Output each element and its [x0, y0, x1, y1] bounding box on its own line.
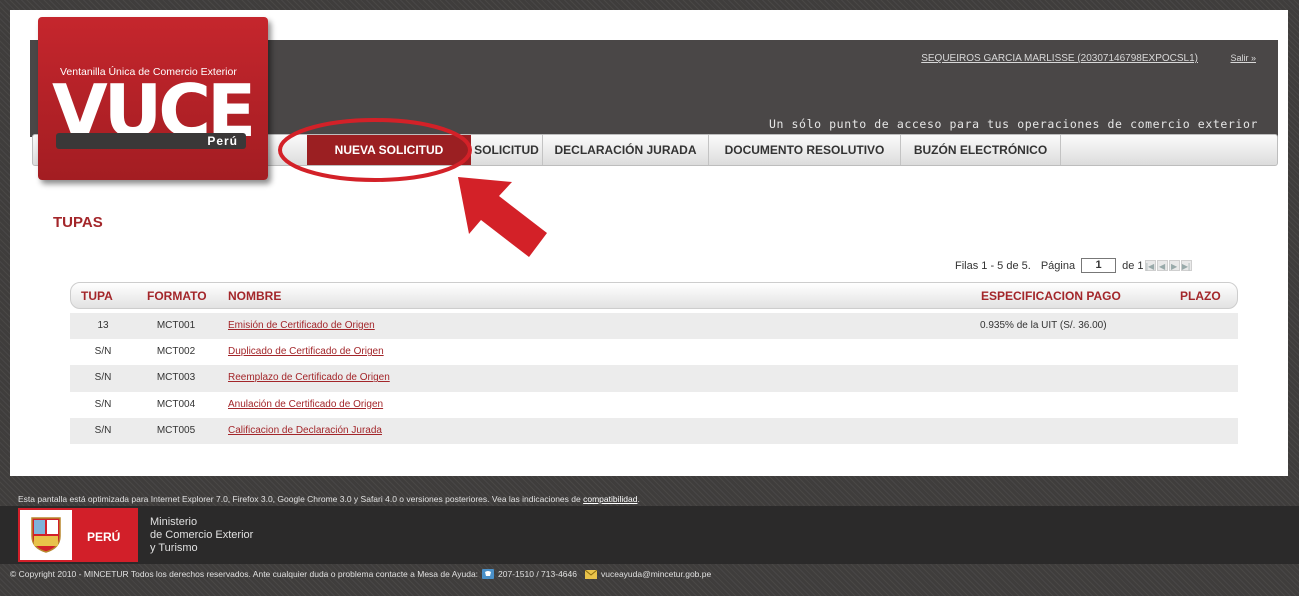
page-number-input[interactable]: 1 — [1081, 258, 1117, 273]
table-header: TUPA FORMATO NOMBRE ESPECIFICACION PAGO … — [70, 282, 1238, 309]
annotation-ellipse — [278, 118, 472, 182]
cell-tupa: S/N — [94, 424, 112, 436]
cell-nombre-link[interactable]: Emisión de Certificado de Origen — [228, 320, 375, 331]
header-especificacion-pago[interactable]: ESPECIFICACION PAGO — [981, 283, 1121, 310]
cell-formato: MCT002 — [156, 346, 196, 358]
ministry-line-2: de Comercio Exterior — [150, 529, 254, 541]
table-row: S/N MCT004 Anulación de Certificado de O… — [70, 391, 1238, 418]
header-tupa[interactable]: TUPA — [81, 283, 113, 310]
country-label: PERÚ — [87, 530, 121, 544]
phone-icon — [482, 569, 495, 579]
cell-nombre-link[interactable]: Calificacion de Declaración Jurada — [228, 425, 382, 436]
copyright-bar: © Copyright 2010 - MINCETUR Todos los de… — [10, 569, 711, 579]
cell-tupa: S/N — [94, 372, 112, 384]
table-row: S/N MCT005 Calificacion de Declaración J… — [70, 417, 1238, 444]
header-nombre[interactable]: NOMBRE — [228, 283, 281, 310]
compat-note-end: . — [637, 494, 640, 504]
ministry-line-1: Ministerio — [150, 516, 198, 528]
cell-especificacion: 0.935% de la UIT (S/. 36.00) — [980, 320, 1107, 331]
cell-tupa: S/N — [94, 398, 112, 410]
compat-link[interactable]: compatibilidad — [583, 494, 637, 504]
peru-crest-icon — [20, 510, 72, 560]
copyright-text: © Copyright 2010 - MINCETUR Todos los de… — [10, 569, 479, 579]
cell-nombre-link[interactable]: Anulación de Certificado de Origen — [228, 399, 383, 410]
browser-compat-note: Esta pantalla está optimizada para Inter… — [18, 494, 640, 504]
prev-page-icon[interactable]: ◀ — [1156, 260, 1168, 271]
first-page-icon[interactable]: |◀ — [1144, 260, 1156, 271]
table-row: S/N MCT003 Reemplazo de Certificado de O… — [70, 365, 1238, 392]
page-total: de 1 — [1122, 259, 1144, 272]
cell-formato: MCT004 — [156, 398, 196, 410]
help-email-link[interactable]: vuceayuda@mincetur.gob.pe — [601, 569, 711, 579]
cell-tupa: 13 — [97, 320, 109, 331]
next-page-icon[interactable]: ▶ — [1168, 260, 1180, 271]
cell-formato: MCT005 — [156, 424, 196, 436]
cell-formato: MCT003 — [156, 372, 196, 384]
table-body: 13 MCT001 Emisión de Certificado de Orig… — [70, 313, 1238, 444]
annotation-arrow — [458, 177, 547, 257]
cell-nombre-link[interactable]: Reemplazo de Certificado de Origen — [228, 372, 390, 383]
rows-count: Filas 1 - 5 de 5. — [955, 259, 1031, 272]
compat-note-text: Esta pantalla está optimizada para Inter… — [18, 494, 584, 504]
header-plazo[interactable]: PLAZO — [1180, 283, 1221, 310]
section-title: TUPAS — [53, 214, 103, 231]
cell-nombre-link[interactable]: Duplicado de Certificado de Origen — [228, 346, 384, 357]
cell-tupa: S/N — [94, 346, 112, 358]
mail-icon — [584, 569, 597, 579]
ministry-name: Ministerio de Comercio Exterior y Turism… — [150, 516, 253, 555]
cell-formato: MCT001 — [156, 320, 196, 331]
table-row: 13 MCT001 Emisión de Certificado de Orig… — [70, 313, 1238, 340]
pagination: Filas 1 - 5 de 5. Página 1 de 1 |◀ ◀ ▶ ▶… — [955, 258, 1192, 273]
help-phone: 207-1510 / 713-4646 — [498, 569, 577, 579]
page-label: Página — [1040, 259, 1076, 272]
table-row: S/N MCT002 Duplicado de Certificado de O… — [70, 339, 1238, 366]
header-formato[interactable]: FORMATO — [147, 283, 207, 310]
last-page-icon[interactable]: ▶| — [1180, 260, 1192, 271]
ministry-line-3: y Turismo — [150, 542, 198, 554]
tupas-table: TUPA FORMATO NOMBRE ESPECIFICACION PAGO … — [70, 282, 1238, 444]
page: SEQUEIROS GARCIA MARLISSE (20307146798EX… — [0, 0, 1299, 596]
